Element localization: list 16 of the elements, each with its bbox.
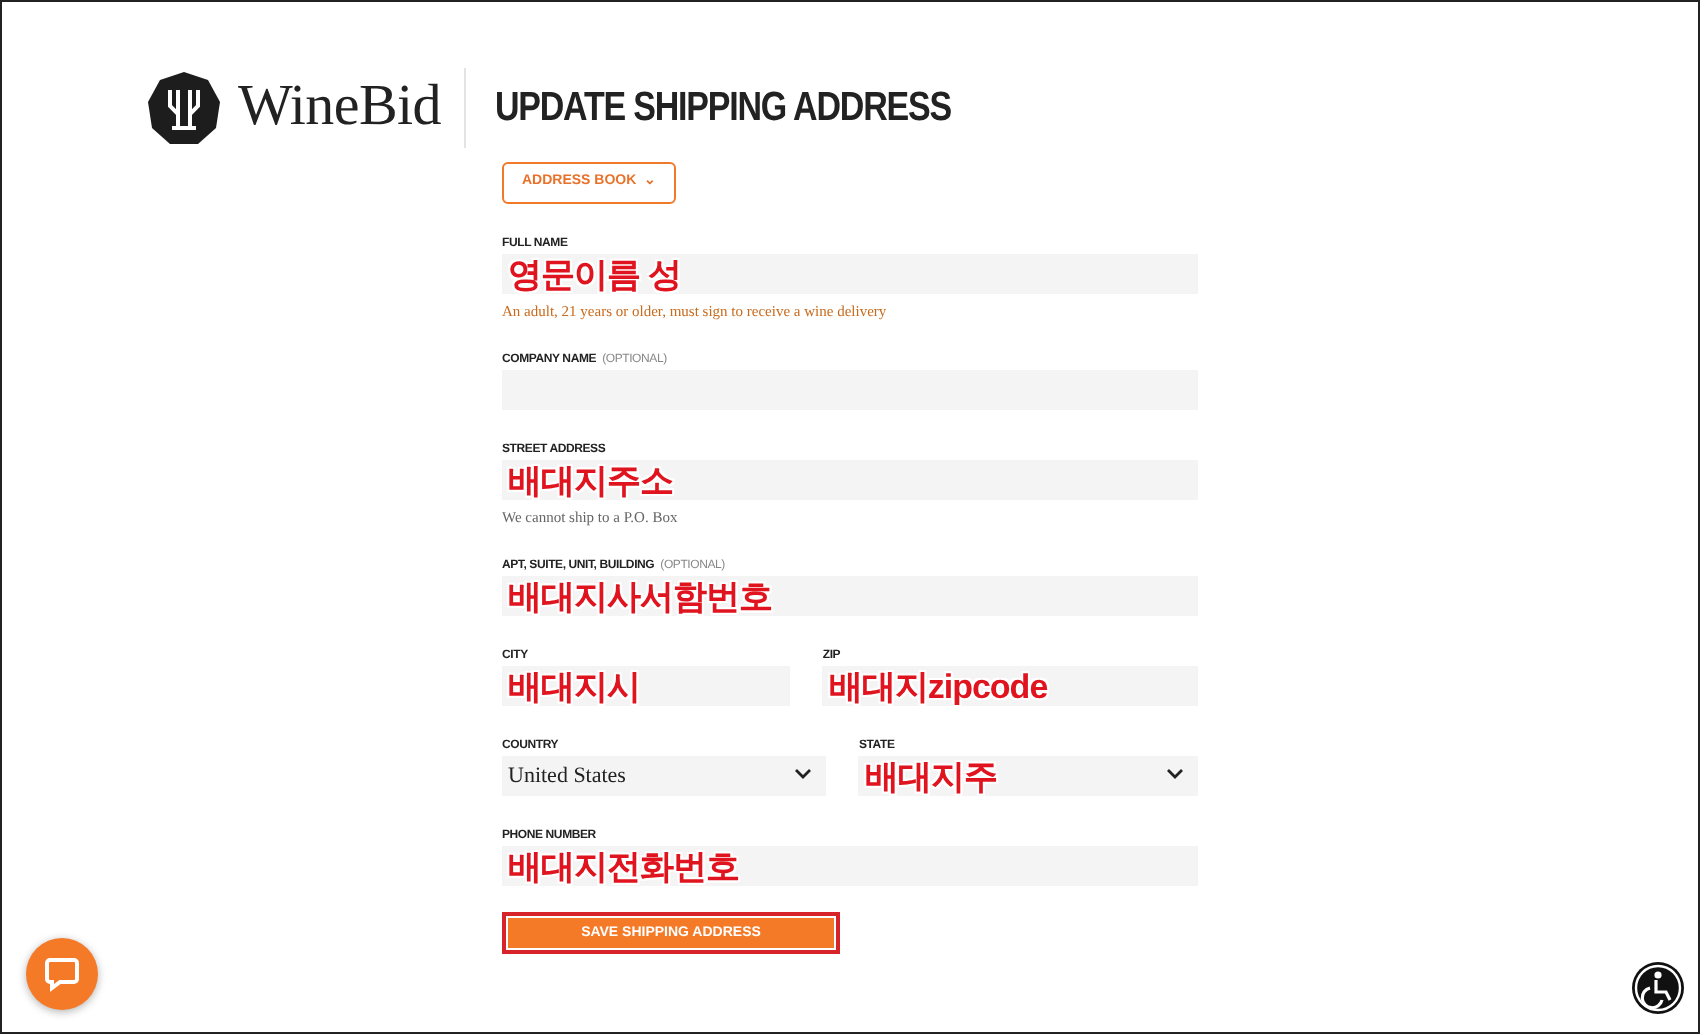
accessibility-icon[interactable] bbox=[1630, 960, 1686, 1016]
chevron-icon bbox=[1166, 768, 1184, 780]
logo-icon bbox=[146, 70, 222, 146]
page-title: UPDATE SHIPPING ADDRESS bbox=[494, 82, 951, 135]
chat-button[interactable] bbox=[26, 938, 98, 1010]
input-field[interactable]: 배대지전화번호 bbox=[502, 846, 1198, 886]
select-field[interactable]: 배대지주 bbox=[858, 756, 1198, 796]
chat-icon bbox=[44, 956, 80, 992]
input-field[interactable]: 영문이름 성 bbox=[502, 254, 1198, 294]
input-field[interactable]: 배대지시 bbox=[502, 666, 791, 706]
chevron-icon bbox=[794, 768, 813, 780]
input-field[interactable]: 배대지zipcode bbox=[822, 666, 1199, 706]
select-field[interactable]: United States bbox=[502, 756, 827, 796]
logo-text: WineBid bbox=[238, 72, 441, 143]
input-field[interactable]: 배대지주소 bbox=[502, 460, 1198, 500]
input-field[interactable]: 배대지사서함번호 bbox=[502, 576, 1198, 616]
